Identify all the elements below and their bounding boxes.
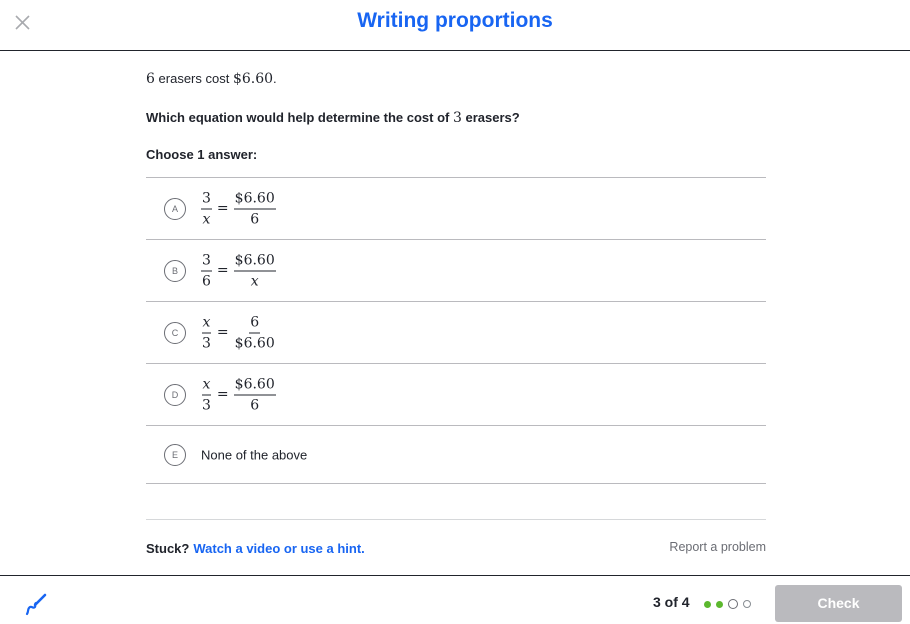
statement-end: . xyxy=(273,71,277,86)
question-count: 3 xyxy=(452,110,462,126)
left-fraction: 3 6 xyxy=(201,252,212,289)
choice-letter-b: B xyxy=(164,259,186,282)
progress-dot-remaining xyxy=(743,600,751,608)
choice-d-equation: x 3 = $6.60 6 xyxy=(201,376,276,413)
right-numerator: 6 xyxy=(249,314,261,333)
right-denominator: x xyxy=(250,273,259,289)
stuck-row: Stuck? Watch a video or use a hint. xyxy=(146,541,365,556)
right-numerator: $6.60 xyxy=(233,190,276,209)
stuck-label: Stuck? xyxy=(146,541,190,556)
top-bar: Writing proportions xyxy=(0,0,910,51)
choice-c[interactable]: C x 3 = 6 $6.60 xyxy=(146,302,766,364)
right-fraction: $6.60 6 xyxy=(233,376,276,413)
choice-b-equation: 3 6 = $6.60 x xyxy=(201,252,276,289)
equals-sign: = xyxy=(216,386,229,403)
choice-e[interactable]: E None of the above xyxy=(146,426,766,484)
hint-link[interactable]: Watch a video or use a hint. xyxy=(193,541,364,556)
choice-letter-e: E xyxy=(164,443,186,466)
choice-letter-c: C xyxy=(164,321,186,344)
right-denominator: 6 xyxy=(250,211,260,227)
answer-choices: A 3 x = $6.60 6 B 3 6 = $6.60 x C x 3 = … xyxy=(146,177,766,484)
equals-sign: = xyxy=(216,324,229,341)
scratchpad-pencil-icon xyxy=(25,593,47,616)
right-fraction: 6 $6.60 xyxy=(234,314,276,351)
scratchpad-button[interactable] xyxy=(24,592,48,616)
progress-dot-complete xyxy=(716,600,723,608)
choice-c-equation: x 3 = 6 $6.60 xyxy=(201,314,276,351)
right-fraction: $6.60 x xyxy=(233,252,276,289)
choice-b[interactable]: B 3 6 = $6.60 x xyxy=(146,240,766,302)
left-numerator: 3 xyxy=(201,252,212,271)
left-denominator: 3 xyxy=(202,335,211,351)
choice-e-text: None of the above xyxy=(201,447,308,462)
bottom-bar: 3 of 4 Check xyxy=(0,575,910,624)
choice-letter-a: A xyxy=(164,197,186,220)
question-text: Which equation would help determine the … xyxy=(146,110,520,126)
choice-letter-d: D xyxy=(164,383,186,406)
left-numerator: x xyxy=(201,314,212,333)
statement-count: 6 xyxy=(146,71,155,87)
left-denominator: 6 xyxy=(202,273,211,289)
right-numerator: $6.60 xyxy=(233,252,276,271)
page-title: Writing proportions xyxy=(357,9,553,32)
progress-count: 3 of 4 xyxy=(653,594,690,610)
problem-statement: 6 erasers cost $6.60. xyxy=(146,71,277,87)
check-button[interactable]: Check xyxy=(775,585,902,622)
progress-dot-complete xyxy=(704,600,711,608)
right-denominator: 6 xyxy=(250,397,260,413)
equals-sign: = xyxy=(216,262,229,279)
help-divider xyxy=(146,519,766,520)
left-numerator: x xyxy=(201,376,212,395)
report-problem-link[interactable]: Report a problem xyxy=(669,540,766,554)
equals-sign: = xyxy=(216,200,229,217)
right-fraction: $6.60 6 xyxy=(233,190,276,227)
statement-price: $6.60 xyxy=(232,71,274,87)
right-denominator: $6.60 xyxy=(234,335,275,351)
progress-dot-current xyxy=(728,599,738,609)
left-fraction: x 3 xyxy=(201,314,212,351)
left-fraction: x 3 xyxy=(201,376,212,413)
question-post: erasers? xyxy=(461,110,520,125)
choice-d[interactable]: D x 3 = $6.60 6 xyxy=(146,364,766,426)
left-denominator: x xyxy=(202,211,211,227)
choice-a-equation: 3 x = $6.60 6 xyxy=(201,190,276,227)
question-pre: Which equation would help determine the … xyxy=(146,110,453,125)
left-denominator: 3 xyxy=(202,397,211,413)
statement-text: erasers cost xyxy=(154,71,233,86)
choose-label: Choose 1 answer: xyxy=(146,147,258,162)
left-numerator: 3 xyxy=(201,190,212,209)
right-numerator: $6.60 xyxy=(233,376,276,395)
progress-dots xyxy=(704,599,756,609)
choice-a[interactable]: A 3 x = $6.60 6 xyxy=(146,178,766,240)
left-fraction: 3 x xyxy=(201,190,212,227)
